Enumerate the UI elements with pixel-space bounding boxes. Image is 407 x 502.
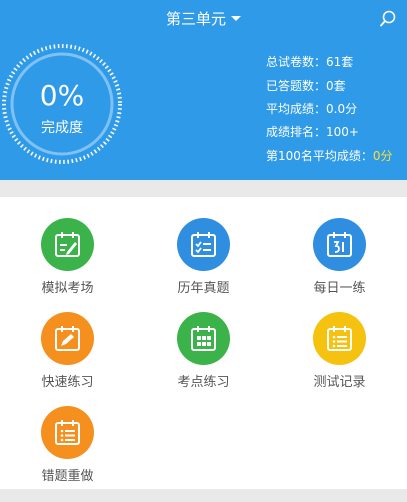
stat-rank: 成绩排名：100+	[266, 125, 359, 139]
menu-item-topic-practice[interactable]: 考点练习	[136, 312, 271, 404]
calendar-edit-icon	[55, 232, 80, 257]
menu-item-wrong-redo[interactable]: 错题重做	[0, 406, 135, 498]
calendar-pencil-icon	[55, 326, 80, 351]
stat-top100-label: 第100名平均成绩：	[266, 149, 373, 163]
menu-icon-circle	[313, 312, 366, 365]
stat-total-papers: 总试卷数：61套	[266, 55, 354, 69]
completion-label: 完成度	[41, 120, 83, 136]
menu-icon-circle	[177, 218, 230, 271]
completion-percent: 0%	[39, 79, 85, 112]
search-icon	[380, 10, 396, 27]
stat-answered: 已答题数：0套	[266, 79, 346, 93]
menu-label: 历年真题	[177, 281, 230, 296]
stat-top100-value: 0分	[372, 149, 393, 163]
menu-icon-circle	[177, 312, 230, 365]
unit-selector[interactable]: 第三单元	[0, 0, 407, 38]
calendar-list-icon	[55, 420, 80, 445]
menu-item-past-exams[interactable]: 历年真题	[136, 218, 271, 310]
menu-item-daily-practice[interactable]: 每日一练	[272, 218, 407, 310]
menu-icon-circle	[313, 218, 366, 271]
calendar-grid-icon	[191, 326, 216, 351]
menu-icon-circle	[41, 218, 94, 271]
stat-top100-average: 第100名平均成绩：0分	[266, 148, 407, 164]
menu-grid: 模拟考场 历年真题 每日一练 快速练习 考点练习 测试记录 错题重做	[0, 197, 407, 489]
menu-item-test-records[interactable]: 测试记录	[272, 312, 407, 404]
calendar-checklist-icon	[191, 232, 216, 257]
menu-label: 测试记录	[313, 375, 366, 390]
menu-label: 模拟考场	[41, 281, 94, 296]
menu-label: 考点练习	[177, 375, 230, 390]
footer-gap	[0, 489, 407, 502]
stat-average-score: 平均成绩：0.0分	[266, 102, 358, 116]
menu-label: 错题重做	[41, 469, 94, 484]
menu-label: 每日一练	[313, 281, 366, 296]
calendar-list-icon	[327, 326, 352, 351]
menu-label: 快速练习	[41, 375, 94, 390]
menu-icon-circle	[41, 312, 94, 365]
section-gap	[0, 180, 407, 197]
search-button[interactable]	[378, 9, 398, 29]
menu-item-quick-practice[interactable]: 快速练习	[0, 312, 135, 404]
menu-icon-circle	[41, 406, 94, 459]
menu-item-mock-exam[interactable]: 模拟考场	[0, 218, 135, 310]
unit-title: 第三单元	[165, 10, 226, 28]
calendar-day-icon	[327, 232, 352, 257]
caret-down-icon	[231, 16, 241, 21]
